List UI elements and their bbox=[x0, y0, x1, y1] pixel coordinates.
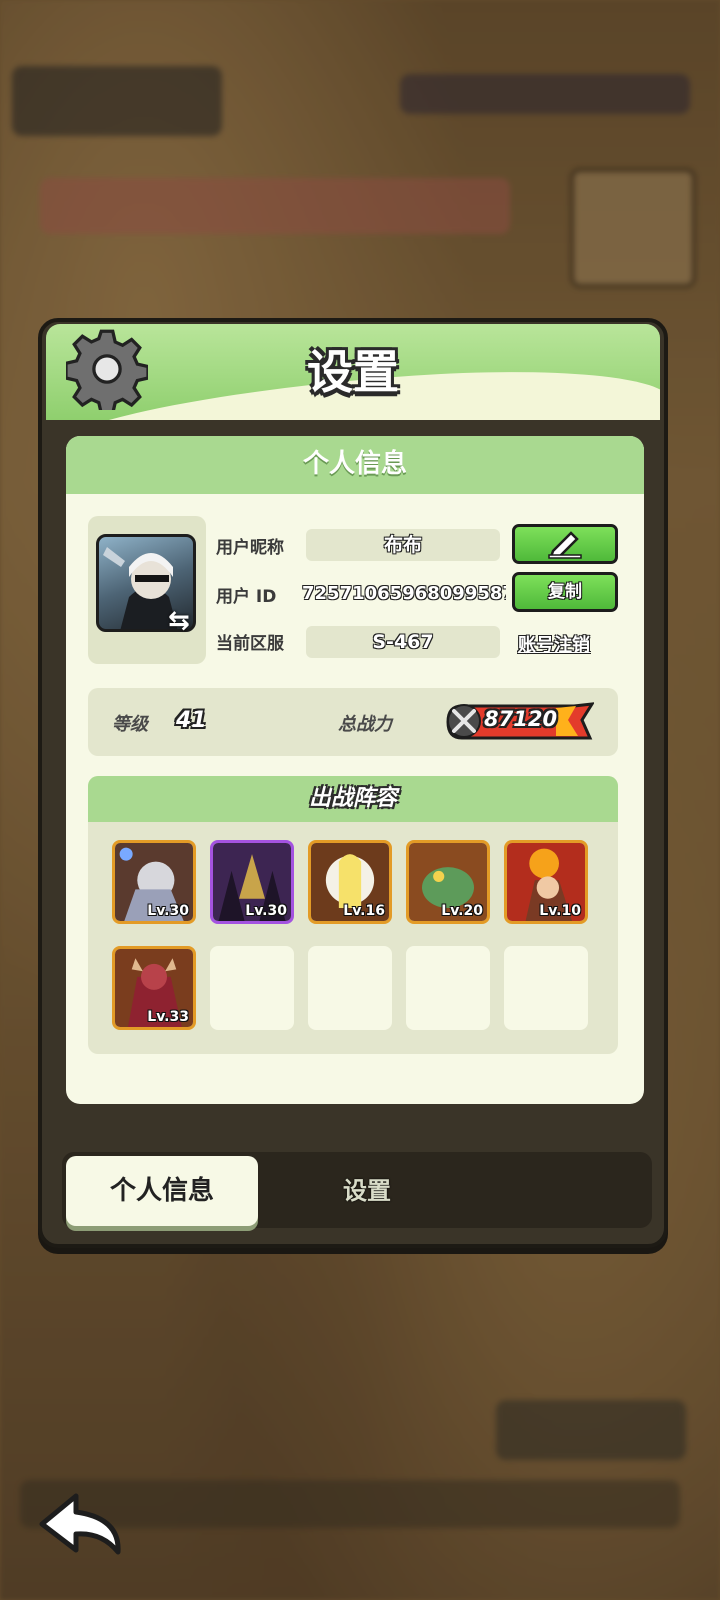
server-value: S-467 bbox=[306, 626, 500, 658]
card-header: 个人信息 bbox=[66, 436, 644, 494]
pencil-icon bbox=[548, 531, 582, 559]
empty-hero-slot[interactable] bbox=[504, 946, 588, 1030]
hero-level: Lv.10 bbox=[539, 903, 581, 919]
settings-dialog: 设置 个人信息 ⇆ 用户昵称 布布 用户 ID 7257106596809958… bbox=[38, 318, 668, 1248]
hero-level: Lv.30 bbox=[147, 903, 189, 919]
hero-slot[interactable]: Lv.33 bbox=[112, 946, 196, 1030]
level-label: 等级 bbox=[112, 714, 148, 735]
lineup-header: 出战阵容 bbox=[88, 776, 618, 822]
empty-hero-slot[interactable] bbox=[406, 946, 490, 1030]
user-id-value: 72571065968099587 bbox=[302, 583, 506, 604]
hero-level: Lv.30 bbox=[245, 903, 287, 919]
swap-icon[interactable]: ⇆ bbox=[168, 606, 198, 636]
nickname-value: 布布 bbox=[306, 529, 500, 561]
copy-id-button[interactable]: 复制 bbox=[512, 572, 618, 612]
power-label: 总战力 bbox=[338, 714, 392, 735]
hero-level: Lv.20 bbox=[441, 903, 483, 919]
hero-slot[interactable]: Lv.10 bbox=[504, 840, 588, 924]
tab-personal-info[interactable]: 个人信息 bbox=[66, 1156, 258, 1226]
server-label: 当前区服 bbox=[216, 634, 284, 654]
hero-slot[interactable]: Lv.16 bbox=[308, 840, 392, 924]
hero-slot[interactable]: Lv.30 bbox=[210, 840, 294, 924]
tab-settings[interactable]: 设置 bbox=[292, 1156, 442, 1226]
personal-info-card: 个人信息 ⇆ 用户昵称 布布 用户 ID 72571065968099587 复… bbox=[66, 436, 644, 1104]
empty-hero-slot[interactable] bbox=[308, 946, 392, 1030]
battle-lineup: 出战阵容 Lv.30 Lv.30 Lv.16 Lv.20 Lv.10 Lv.33 bbox=[88, 776, 618, 1054]
hero-slot[interactable]: Lv.20 bbox=[406, 840, 490, 924]
back-arrow-icon[interactable] bbox=[36, 1490, 128, 1556]
level-value: 41 bbox=[176, 708, 207, 733]
nickname-label: 用户昵称 bbox=[216, 538, 284, 558]
power-value: 87120 bbox=[484, 707, 558, 731]
dialog-header: 设置 bbox=[46, 324, 660, 420]
avatar-box[interactable]: ⇆ bbox=[88, 516, 206, 664]
hero-slot[interactable]: Lv.30 bbox=[112, 840, 196, 924]
user-id-label: 用户 ID bbox=[216, 587, 277, 607]
hero-level: Lv.33 bbox=[147, 1009, 189, 1025]
crossed-swords-icon bbox=[447, 704, 481, 738]
power-badge: 87120 bbox=[444, 702, 594, 740]
stats-box: 等级 41 总战力 87120 bbox=[88, 688, 618, 756]
dialog-tabbar: 个人信息 设置 bbox=[62, 1152, 652, 1228]
dialog-title: 设置 bbox=[307, 345, 399, 399]
empty-hero-slot[interactable] bbox=[210, 946, 294, 1030]
delete-account-link[interactable]: 账号注销 bbox=[518, 631, 590, 657]
hero-level: Lv.16 bbox=[343, 903, 385, 919]
edit-nickname-button[interactable] bbox=[512, 524, 618, 564]
hero-grid: Lv.30 Lv.30 Lv.16 Lv.20 Lv.10 Lv.33 bbox=[112, 840, 588, 1030]
